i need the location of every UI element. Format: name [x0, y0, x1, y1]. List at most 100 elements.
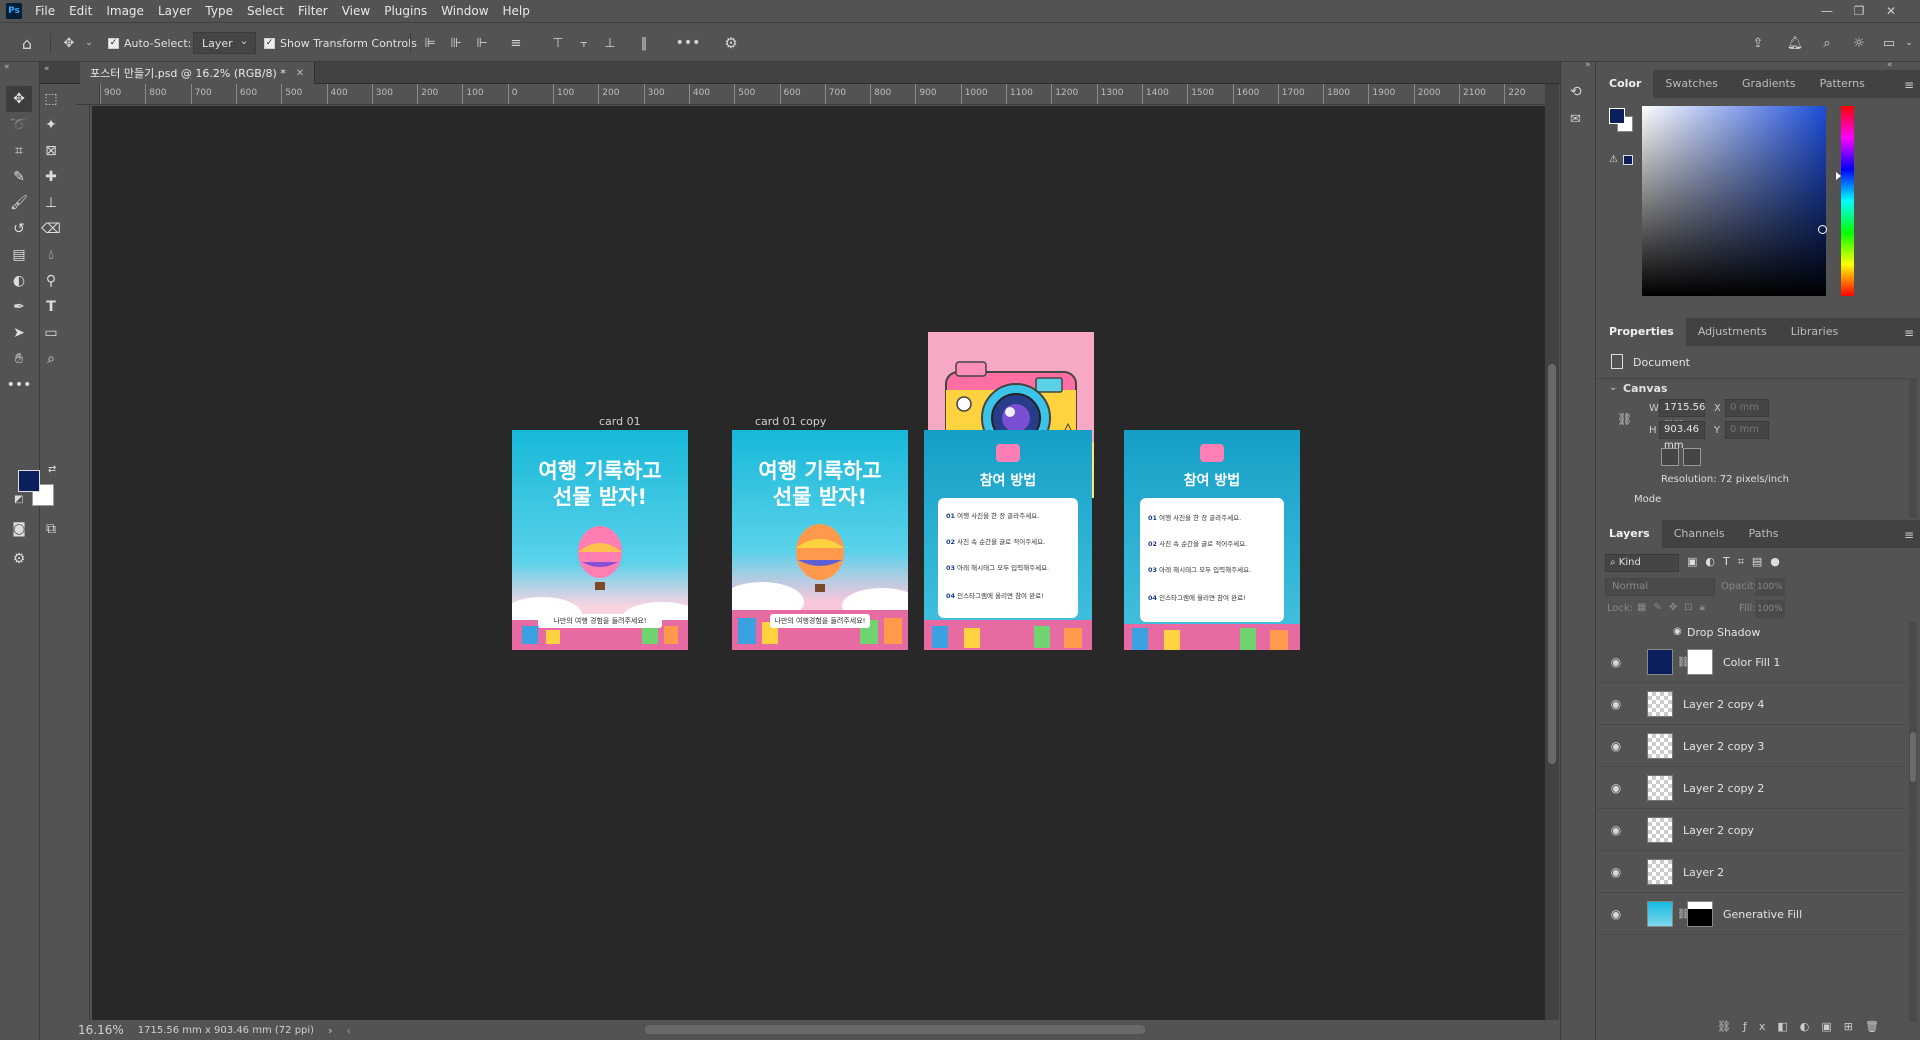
eye-icon[interactable]: ◉: [1609, 865, 1623, 879]
bell-icon[interactable]: 🔔︎: [1786, 34, 1804, 52]
distribute-icon[interactable]: ≡: [507, 34, 525, 52]
comments-icon[interactable]: ✉: [1570, 112, 1581, 127]
screen-mode-icon[interactable]: ⧉: [38, 516, 64, 542]
frame-tool-icon[interactable]: ⊠: [38, 138, 64, 164]
gradient-tool-icon[interactable]: ▤: [6, 242, 32, 268]
restore-icon[interactable]: ❐: [1846, 0, 1872, 22]
align-bottom-icon[interactable]: ⊥: [601, 34, 619, 52]
collapse-icon[interactable]: »: [1585, 60, 1591, 70]
menu-window[interactable]: Window: [434, 0, 495, 22]
tab-channels[interactable]: Channels: [1662, 520, 1737, 548]
color-picker-field[interactable]: [1642, 106, 1827, 296]
chevron-down-icon[interactable]: ⌄: [1609, 382, 1617, 393]
layers-footer-icons[interactable]: ⛓ƒx◧◐▣⊞🗑︎: [1717, 1020, 1891, 1033]
gear-icon[interactable]: ⚙: [722, 34, 740, 52]
web-safe-swatch[interactable]: [1623, 155, 1633, 165]
tab-swatches[interactable]: Swatches: [1653, 70, 1730, 98]
foreground-swatch[interactable]: [1609, 108, 1625, 124]
layer-filter-icons[interactable]: ▣◐T⌗▤●: [1687, 555, 1788, 569]
fill-input[interactable]: 100%: [1755, 600, 1785, 618]
clone-stamp-icon[interactable]: ⊥: [38, 190, 64, 216]
hue-slider-handle[interactable]: [1836, 172, 1841, 180]
move-tool-icon[interactable]: ✥: [60, 34, 78, 52]
blend-mode-dropdown[interactable]: Normal: [1605, 578, 1715, 596]
panel-menu-icon[interactable]: ≡: [1904, 326, 1914, 340]
sponge-tool-icon[interactable]: ⚲: [38, 268, 64, 294]
rectangle-tool-icon[interactable]: ▭: [38, 320, 64, 346]
crop-tool-icon[interactable]: ⌗: [6, 138, 32, 164]
tab-paths[interactable]: Paths: [1737, 520, 1791, 548]
more-options-icon[interactable]: •••: [676, 34, 701, 52]
portrait-orientation-icon[interactable]: [1661, 448, 1679, 466]
menu-layer[interactable]: Layer: [151, 0, 198, 22]
history-brush-icon[interactable]: ↺: [6, 216, 32, 242]
menu-view[interactable]: View: [335, 0, 377, 22]
auto-select-checkbox[interactable]: ✓ Auto-Select:: [108, 23, 191, 63]
layer-filter-dropdown[interactable]: ⌕ Kind: [1605, 554, 1679, 572]
magic-wand-icon[interactable]: ✦: [38, 112, 64, 138]
vertical-ruler[interactable]: [76, 105, 90, 1020]
hue-slider[interactable]: [1841, 106, 1854, 296]
layer-row[interactable]: ◉ ⛓ Color Fill 1: [1597, 642, 1907, 683]
eye-icon[interactable]: ◉: [1609, 907, 1623, 921]
layer-row[interactable]: ◉ Layer 2 copy 2: [1597, 768, 1907, 809]
x-input[interactable]: 0 mm: [1725, 399, 1769, 417]
document-tab[interactable]: 포스터 만들기.psd @ 16.2% (RGB/8) * ✕: [80, 62, 316, 84]
poster-card-1[interactable]: 여행 기록하고 선물 받자! 나만의 여행 경험을 들려주세요!: [512, 430, 688, 650]
align-center-icon[interactable]: ⊪: [447, 34, 465, 52]
link-icon[interactable]: ⛓: [1617, 412, 1632, 426]
zoom-tool-icon[interactable]: ⌕: [38, 346, 64, 372]
eye-icon[interactable]: ◉: [1609, 697, 1623, 711]
eye-icon[interactable]: ◉: [1609, 781, 1623, 795]
lasso-tool-icon[interactable]: ➰: [6, 112, 32, 138]
lock-icons[interactable]: ▦✎✥⊡🔒︎: [1637, 602, 1712, 613]
marquee-tool-icon[interactable]: ⬚: [38, 86, 64, 112]
chevron-right-icon[interactable]: ›: [328, 1024, 332, 1037]
layers-scrollbar[interactable]: [1909, 622, 1917, 1022]
collapse-icon[interactable]: «: [1887, 60, 1893, 70]
document-info[interactable]: 1715.56 mm x 903.46 mm (72 ppi): [138, 1025, 314, 1036]
layer-row[interactable]: ◉ Layer 2 copy 3: [1597, 726, 1907, 767]
quick-mask-icon[interactable]: ◙: [6, 516, 32, 542]
share-icon[interactable]: ⇪: [1749, 34, 1767, 52]
collapse-icon[interactable]: «: [4, 62, 10, 72]
menu-filter[interactable]: Filter: [291, 0, 335, 22]
landscape-orientation-icon[interactable]: [1683, 448, 1701, 466]
eraser-icon[interactable]: ⌫: [38, 216, 64, 242]
chevron-down-icon[interactable]: ⌄: [1900, 34, 1918, 52]
dodge-tool-icon[interactable]: ◐: [6, 268, 32, 294]
hand-tool-icon[interactable]: ✋︎: [6, 346, 32, 372]
zoom-level[interactable]: 16.16%: [78, 1023, 124, 1037]
layer-row[interactable]: ◉ Layer 2: [1597, 852, 1907, 893]
distribute-vertical-icon[interactable]: ‖: [635, 34, 653, 52]
workspace-icon[interactable]: ▭: [1880, 34, 1898, 52]
minimize-icon[interactable]: —: [1814, 0, 1840, 22]
type-tool-icon[interactable]: T: [38, 294, 64, 320]
edit-toolbar-icon[interactable]: ⚙: [6, 546, 32, 572]
horizontal-scroll-thumb[interactable]: [645, 1025, 1145, 1034]
healing-brush-icon[interactable]: ✚: [38, 164, 64, 190]
menu-help[interactable]: Help: [496, 0, 537, 22]
layer-row[interactable]: ◉ Layer 2 copy 4: [1597, 684, 1907, 725]
eye-icon[interactable]: ◉: [1673, 626, 1682, 637]
home-icon[interactable]: ⌂: [18, 34, 36, 53]
align-left-icon[interactable]: ⊫: [421, 34, 439, 52]
panel-menu-icon[interactable]: ≡: [1904, 528, 1914, 542]
tab-adjustments[interactable]: Adjustments: [1686, 318, 1779, 346]
panel-menu-icon[interactable]: ≡: [1904, 78, 1914, 92]
close-tab-icon[interactable]: ✕: [296, 68, 304, 79]
drop-shadow-effect[interactable]: Drop Shadow: [1687, 626, 1760, 639]
blur-tool-icon[interactable]: 💧︎: [38, 242, 64, 268]
eye-icon[interactable]: ◉: [1609, 655, 1623, 669]
layer-row[interactable]: ◉ Layer 2 copy: [1597, 810, 1907, 851]
color-picker-cursor[interactable]: [1818, 225, 1827, 234]
align-top-icon[interactable]: ⊤: [549, 34, 567, 52]
menu-image[interactable]: Image: [99, 0, 151, 22]
align-middle-icon[interactable]: ⫟: [575, 34, 593, 52]
card2-artboard-label[interactable]: card 01 copy: [755, 415, 826, 428]
how-to-card-1[interactable]: 참여 방법 01 여행 사진을 한 장 골라주세요. 02 사진 속 순간을 글…: [924, 430, 1092, 650]
path-selection-icon[interactable]: ➤: [6, 320, 32, 346]
menu-select[interactable]: Select: [240, 0, 291, 22]
how-to-card-2[interactable]: 참여 방법 01 여행 사진을 한 장 골라주세요. 02 사진 속 순간을 글…: [1124, 430, 1300, 650]
menu-file[interactable]: File: [28, 0, 62, 22]
